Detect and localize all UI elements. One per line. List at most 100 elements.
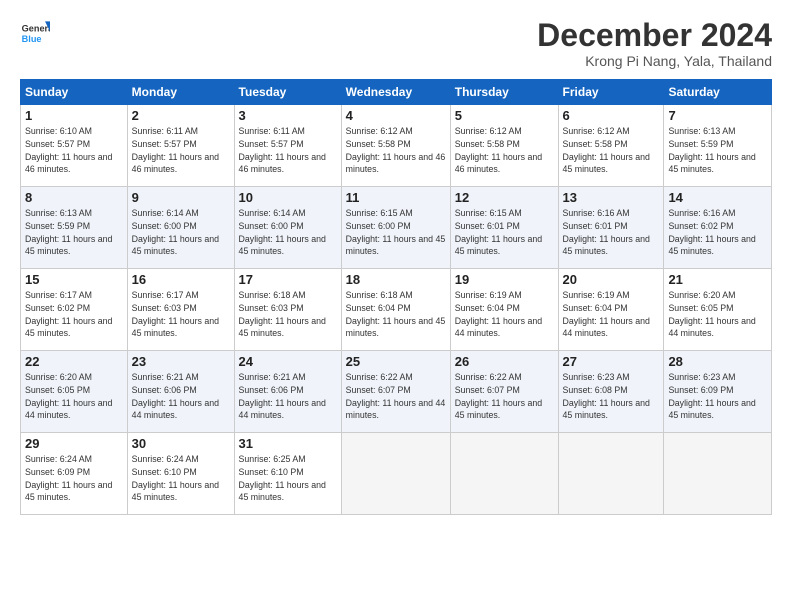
day-number: 7 (668, 108, 767, 123)
day-number: 12 (455, 190, 554, 205)
day-info: Sunrise: 6:24 AM Sunset: 6:09 PM Dayligh… (25, 453, 123, 504)
calendar-cell: 22 Sunrise: 6:20 AM Sunset: 6:05 PM Dayl… (21, 351, 128, 433)
day-info: Sunrise: 6:14 AM Sunset: 6:00 PM Dayligh… (132, 207, 230, 258)
calendar-table: Sunday Monday Tuesday Wednesday Thursday… (20, 79, 772, 515)
day-info: Sunrise: 6:12 AM Sunset: 5:58 PM Dayligh… (346, 125, 446, 176)
logo-icon: General Blue (20, 18, 50, 48)
day-number: 19 (455, 272, 554, 287)
calendar-cell: 25 Sunrise: 6:22 AM Sunset: 6:07 PM Dayl… (341, 351, 450, 433)
location-title: Krong Pi Nang, Yala, Thailand (537, 53, 772, 69)
calendar-cell: 3 Sunrise: 6:11 AM Sunset: 5:57 PM Dayli… (234, 105, 341, 187)
day-info: Sunrise: 6:15 AM Sunset: 6:00 PM Dayligh… (346, 207, 446, 258)
calendar-cell: 6 Sunrise: 6:12 AM Sunset: 5:58 PM Dayli… (558, 105, 664, 187)
calendar-cell: 31 Sunrise: 6:25 AM Sunset: 6:10 PM Dayl… (234, 433, 341, 515)
day-info: Sunrise: 6:21 AM Sunset: 6:06 PM Dayligh… (239, 371, 337, 422)
col-wednesday: Wednesday (341, 80, 450, 105)
calendar-cell: 14 Sunrise: 6:16 AM Sunset: 6:02 PM Dayl… (664, 187, 772, 269)
calendar-cell: 18 Sunrise: 6:18 AM Sunset: 6:04 PM Dayl… (341, 269, 450, 351)
calendar-cell: 8 Sunrise: 6:13 AM Sunset: 5:59 PM Dayli… (21, 187, 128, 269)
calendar-week-row: 22 Sunrise: 6:20 AM Sunset: 6:05 PM Dayl… (21, 351, 772, 433)
day-info: Sunrise: 6:19 AM Sunset: 6:04 PM Dayligh… (563, 289, 660, 340)
calendar-cell: 16 Sunrise: 6:17 AM Sunset: 6:03 PM Dayl… (127, 269, 234, 351)
day-number: 15 (25, 272, 123, 287)
calendar-week-row: 29 Sunrise: 6:24 AM Sunset: 6:09 PM Dayl… (21, 433, 772, 515)
day-info: Sunrise: 6:16 AM Sunset: 6:01 PM Dayligh… (563, 207, 660, 258)
calendar-cell: 10 Sunrise: 6:14 AM Sunset: 6:00 PM Dayl… (234, 187, 341, 269)
calendar-page: General Blue December 2024 Krong Pi Nang… (0, 0, 792, 612)
day-number: 30 (132, 436, 230, 451)
day-info: Sunrise: 6:24 AM Sunset: 6:10 PM Dayligh… (132, 453, 230, 504)
day-info: Sunrise: 6:22 AM Sunset: 6:07 PM Dayligh… (346, 371, 446, 422)
calendar-cell: 30 Sunrise: 6:24 AM Sunset: 6:10 PM Dayl… (127, 433, 234, 515)
calendar-cell: 24 Sunrise: 6:21 AM Sunset: 6:06 PM Dayl… (234, 351, 341, 433)
calendar-header-row: Sunday Monday Tuesday Wednesday Thursday… (21, 80, 772, 105)
day-info: Sunrise: 6:15 AM Sunset: 6:01 PM Dayligh… (455, 207, 554, 258)
day-info: Sunrise: 6:21 AM Sunset: 6:06 PM Dayligh… (132, 371, 230, 422)
day-number: 8 (25, 190, 123, 205)
calendar-week-row: 15 Sunrise: 6:17 AM Sunset: 6:02 PM Dayl… (21, 269, 772, 351)
calendar-cell: 26 Sunrise: 6:22 AM Sunset: 6:07 PM Dayl… (450, 351, 558, 433)
col-monday: Monday (127, 80, 234, 105)
day-number: 16 (132, 272, 230, 287)
month-title: December 2024 (537, 18, 772, 53)
svg-text:General: General (22, 23, 50, 33)
day-info: Sunrise: 6:16 AM Sunset: 6:02 PM Dayligh… (668, 207, 767, 258)
day-info: Sunrise: 6:17 AM Sunset: 6:02 PM Dayligh… (25, 289, 123, 340)
day-info: Sunrise: 6:11 AM Sunset: 5:57 PM Dayligh… (132, 125, 230, 176)
calendar-cell: 4 Sunrise: 6:12 AM Sunset: 5:58 PM Dayli… (341, 105, 450, 187)
calendar-cell: 1 Sunrise: 6:10 AM Sunset: 5:57 PM Dayli… (21, 105, 128, 187)
col-thursday: Thursday (450, 80, 558, 105)
calendar-cell: 9 Sunrise: 6:14 AM Sunset: 6:00 PM Dayli… (127, 187, 234, 269)
day-number: 10 (239, 190, 337, 205)
day-info: Sunrise: 6:20 AM Sunset: 6:05 PM Dayligh… (25, 371, 123, 422)
col-tuesday: Tuesday (234, 80, 341, 105)
day-info: Sunrise: 6:23 AM Sunset: 6:09 PM Dayligh… (668, 371, 767, 422)
day-number: 22 (25, 354, 123, 369)
calendar-cell (664, 433, 772, 515)
day-number: 20 (563, 272, 660, 287)
svg-text:Blue: Blue (22, 34, 42, 44)
calendar-cell (558, 433, 664, 515)
day-number: 26 (455, 354, 554, 369)
day-info: Sunrise: 6:25 AM Sunset: 6:10 PM Dayligh… (239, 453, 337, 504)
day-number: 13 (563, 190, 660, 205)
title-block: December 2024 Krong Pi Nang, Yala, Thail… (537, 18, 772, 69)
calendar-cell (341, 433, 450, 515)
calendar-cell: 20 Sunrise: 6:19 AM Sunset: 6:04 PM Dayl… (558, 269, 664, 351)
day-number: 21 (668, 272, 767, 287)
day-info: Sunrise: 6:22 AM Sunset: 6:07 PM Dayligh… (455, 371, 554, 422)
day-number: 4 (346, 108, 446, 123)
calendar-cell: 17 Sunrise: 6:18 AM Sunset: 6:03 PM Dayl… (234, 269, 341, 351)
day-number: 9 (132, 190, 230, 205)
calendar-cell: 21 Sunrise: 6:20 AM Sunset: 6:05 PM Dayl… (664, 269, 772, 351)
day-number: 2 (132, 108, 230, 123)
calendar-cell: 2 Sunrise: 6:11 AM Sunset: 5:57 PM Dayli… (127, 105, 234, 187)
calendar-cell: 19 Sunrise: 6:19 AM Sunset: 6:04 PM Dayl… (450, 269, 558, 351)
calendar-cell: 27 Sunrise: 6:23 AM Sunset: 6:08 PM Dayl… (558, 351, 664, 433)
calendar-cell: 11 Sunrise: 6:15 AM Sunset: 6:00 PM Dayl… (341, 187, 450, 269)
calendar-cell: 23 Sunrise: 6:21 AM Sunset: 6:06 PM Dayl… (127, 351, 234, 433)
logo: General Blue (20, 18, 50, 48)
day-info: Sunrise: 6:13 AM Sunset: 5:59 PM Dayligh… (668, 125, 767, 176)
day-number: 11 (346, 190, 446, 205)
day-info: Sunrise: 6:20 AM Sunset: 6:05 PM Dayligh… (668, 289, 767, 340)
calendar-cell: 13 Sunrise: 6:16 AM Sunset: 6:01 PM Dayl… (558, 187, 664, 269)
day-number: 24 (239, 354, 337, 369)
day-number: 18 (346, 272, 446, 287)
calendar-cell: 15 Sunrise: 6:17 AM Sunset: 6:02 PM Dayl… (21, 269, 128, 351)
col-saturday: Saturday (664, 80, 772, 105)
day-info: Sunrise: 6:14 AM Sunset: 6:00 PM Dayligh… (239, 207, 337, 258)
day-info: Sunrise: 6:10 AM Sunset: 5:57 PM Dayligh… (25, 125, 123, 176)
calendar-cell: 7 Sunrise: 6:13 AM Sunset: 5:59 PM Dayli… (664, 105, 772, 187)
header: General Blue December 2024 Krong Pi Nang… (20, 18, 772, 69)
day-number: 31 (239, 436, 337, 451)
day-number: 14 (668, 190, 767, 205)
day-info: Sunrise: 6:12 AM Sunset: 5:58 PM Dayligh… (455, 125, 554, 176)
day-info: Sunrise: 6:18 AM Sunset: 6:03 PM Dayligh… (239, 289, 337, 340)
day-number: 3 (239, 108, 337, 123)
day-info: Sunrise: 6:13 AM Sunset: 5:59 PM Dayligh… (25, 207, 123, 258)
day-number: 5 (455, 108, 554, 123)
col-sunday: Sunday (21, 80, 128, 105)
calendar-cell: 12 Sunrise: 6:15 AM Sunset: 6:01 PM Dayl… (450, 187, 558, 269)
day-info: Sunrise: 6:12 AM Sunset: 5:58 PM Dayligh… (563, 125, 660, 176)
